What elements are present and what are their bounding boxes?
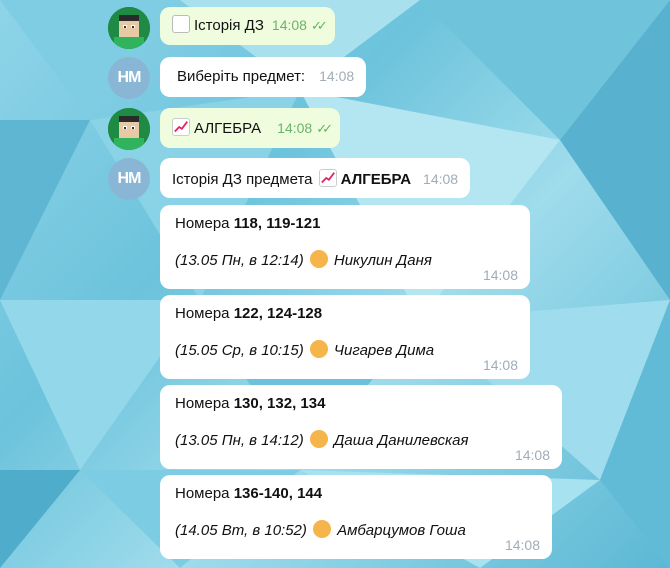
bot-avatar[interactable]: НМ [108, 158, 150, 200]
boy-face-icon [309, 340, 328, 358]
homework-prefix: Номера [175, 215, 230, 232]
chart-icon [318, 169, 337, 187]
homework-numbers: Номера 136-140, 144 [175, 485, 537, 502]
homework-date: (15.05 Ср, в 10:15) [175, 342, 304, 359]
girl-face-icon [309, 430, 328, 448]
homework-numbers: Номера 118, 119-121 [175, 215, 515, 232]
message-time: 14:08 [504, 537, 540, 553]
homework-number-list: 136-140, 144 [233, 485, 323, 502]
read-checks-icon: ✓✓ [316, 121, 333, 136]
homework-meta: (13.05 Пн, в 14:12) Даша Данилевская [175, 430, 547, 449]
homework-meta: (15.05 Ср, в 10:15) Чигарев Дима [175, 340, 515, 359]
homework-prefix: Номера [175, 305, 230, 322]
message-outgoing[interactable]: Історія ДЗ 14:08 ✓✓ [160, 7, 335, 45]
message-time: 14:08 [277, 120, 313, 136]
message-incoming[interactable]: Історія ДЗ предмета АЛГЕБРА 14:08 [160, 158, 471, 198]
user-avatar[interactable] [108, 108, 150, 150]
user-avatar-icon [108, 108, 150, 150]
message-time: 14:08 [514, 447, 550, 463]
user-avatar-icon [108, 7, 150, 49]
homework-number-list: 118, 119-121 [233, 215, 321, 232]
homework-meta: (14.05 Вт, в 10:52) Амбарцумов Гоша [175, 520, 537, 539]
homework-card[interactable]: Номера 118, 119-121 (13.05 Пн, в 12:14) … [160, 205, 530, 289]
message-text: АЛГЕБРА [194, 120, 262, 137]
homework-author: Чигарев Дима [333, 342, 435, 359]
notepad-icon [172, 15, 190, 33]
homework-card[interactable]: Номера 122, 124-128 (15.05 Ср, в 10:15) … [160, 295, 530, 379]
user-avatar[interactable] [108, 7, 150, 49]
homework-number-list: 130, 132, 134 [233, 395, 326, 412]
chart-icon [172, 118, 190, 136]
message-time: 14:08 [423, 171, 459, 187]
bot-avatar[interactable]: НМ [108, 57, 150, 99]
homework-number-list: 122, 124-128 [233, 305, 323, 322]
boy-face-icon [309, 250, 328, 268]
read-checks-icon: ✓✓ [310, 18, 328, 33]
message-text: Виберіть предмет: [177, 68, 306, 85]
homework-author: Амбарцумов Гоша [337, 522, 466, 539]
message-time: 14:08 [482, 267, 518, 283]
homework-numbers: Номера 130, 132, 134 [175, 395, 547, 412]
homework-prefix: Номера [175, 485, 230, 502]
subject-name: АЛГЕБРА [340, 171, 412, 188]
message-incoming[interactable]: Виберіть предмет: 14:08 [160, 57, 367, 97]
message-text: Історія ДЗ [194, 17, 264, 34]
bot-avatar-initials: НМ [117, 69, 142, 86]
homework-date: (13.05 Пн, в 12:14) [175, 252, 304, 269]
homework-prefix: Номера [175, 395, 230, 412]
homework-numbers: Номера 122, 124-128 [175, 305, 515, 322]
message-text: Історія ДЗ предмета [172, 171, 313, 188]
homework-date: (13.05 Пн, в 14:12) [175, 432, 304, 449]
message-time: 14:08 [482, 357, 518, 373]
bot-avatar-initials: НМ [117, 170, 142, 187]
boy-face-icon [313, 520, 332, 538]
homework-meta: (13.05 Пн, в 12:14) Никулин Даня [175, 250, 515, 269]
message-time: 14:08 [319, 68, 355, 84]
homework-author: Даша Данилевская [333, 432, 469, 449]
homework-card[interactable]: Номера 130, 132, 134 (13.05 Пн, в 14:12)… [160, 385, 562, 469]
message-time: 14:08 [271, 17, 307, 33]
message-outgoing[interactable]: АЛГЕБРА 14:08 ✓✓ [160, 108, 340, 148]
homework-author: Никулин Даня [333, 252, 432, 269]
homework-card[interactable]: Номера 136-140, 144 (14.05 Вт, в 10:52) … [160, 475, 552, 559]
homework-date: (14.05 Вт, в 10:52) [175, 522, 307, 539]
